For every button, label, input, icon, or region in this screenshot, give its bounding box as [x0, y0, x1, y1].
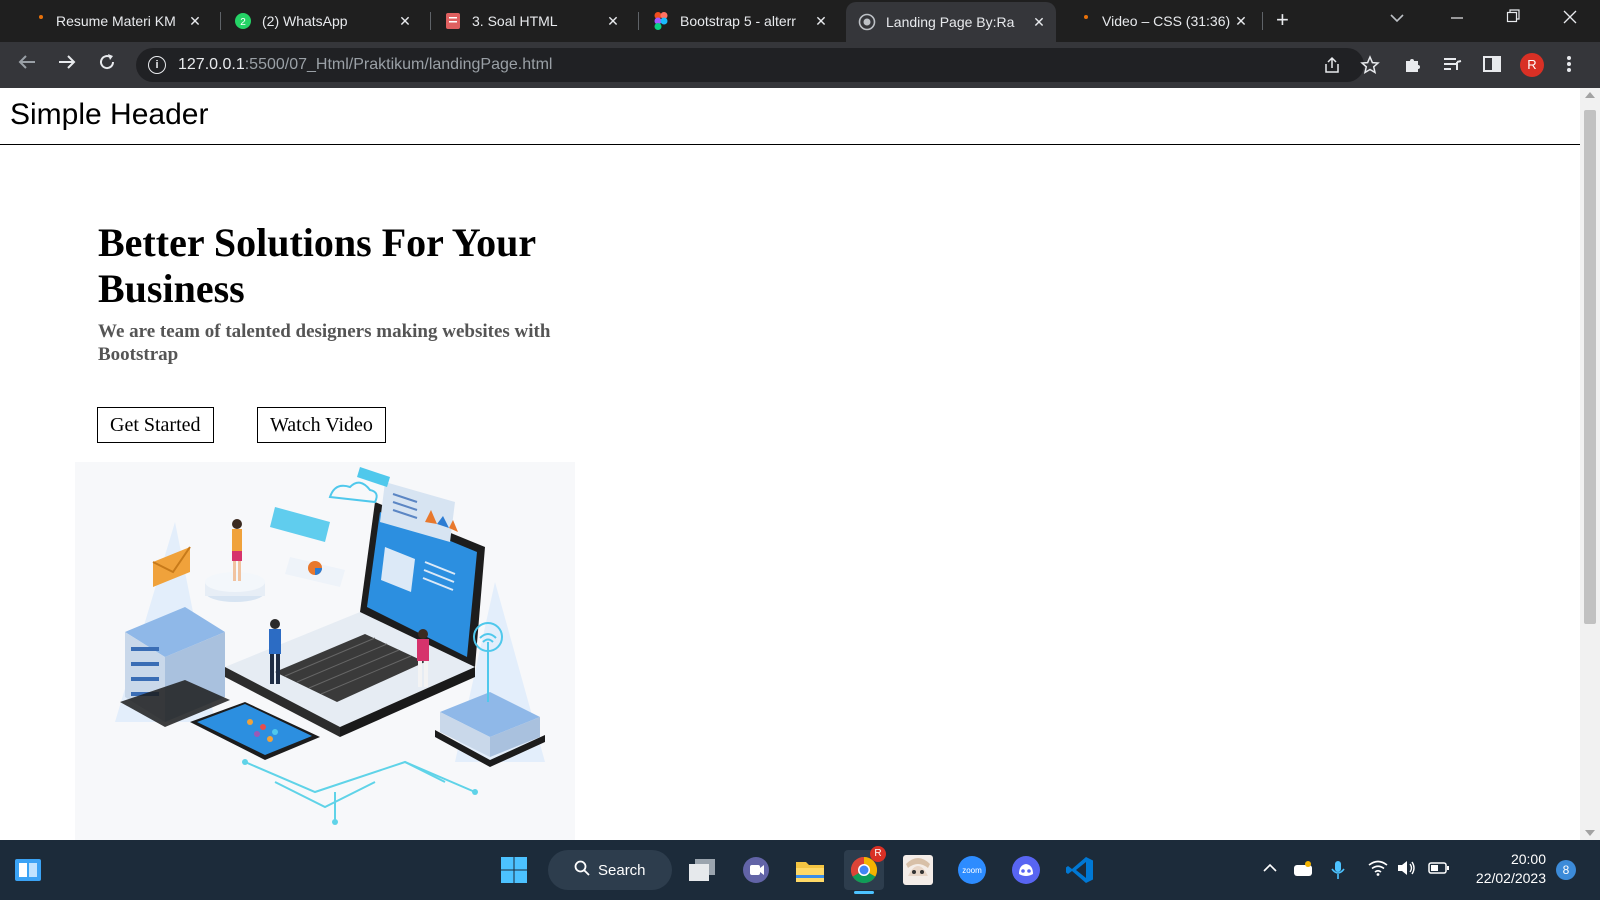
minimize-icon[interactable]	[1450, 6, 1464, 31]
chrome-icon[interactable]: R	[844, 846, 886, 894]
notification-badge[interactable]: 8	[1556, 860, 1576, 880]
scrollbar-thumb[interactable]	[1584, 110, 1596, 624]
site-header: Simple Header	[0, 88, 1580, 145]
tab-title: (2) WhatsApp	[262, 13, 348, 29]
discord-icon[interactable]	[1006, 850, 1046, 890]
search-icon	[574, 860, 590, 880]
close-icon[interactable]: ✕	[186, 13, 204, 30]
whatsapp-icon: 2	[234, 12, 252, 30]
tab-title: Landing Page By:Ra	[886, 14, 1015, 30]
volume-icon[interactable]	[1396, 860, 1416, 881]
file-explorer-icon[interactable]	[790, 850, 830, 890]
browser-toolbar: i 127.0.0.1:5500/07_Html/Praktikum/landi…	[0, 42, 1600, 88]
clock-time: 20:00	[1510, 851, 1546, 867]
start-windows-icon[interactable]	[494, 850, 534, 890]
tab-video-css[interactable]: Video – CSS (31:36) ✕	[1062, 0, 1258, 42]
hero-illustration	[75, 462, 575, 840]
task-view-icon[interactable]	[682, 850, 722, 890]
microphone-icon[interactable]	[1330, 860, 1346, 885]
media-queue-icon[interactable]	[1442, 54, 1462, 79]
forward-icon[interactable]	[54, 52, 80, 78]
tab-resume-materi[interactable]: Resume Materi KM ✕	[16, 0, 212, 42]
side-panel-icon[interactable]	[1482, 54, 1502, 79]
system-clock[interactable]: 20:00 22/02/2023	[1464, 850, 1546, 888]
tab-separator	[430, 12, 431, 30]
tab-separator	[1262, 12, 1263, 30]
tab-separator	[220, 12, 221, 30]
tray-app-icon[interactable]	[1292, 860, 1314, 883]
new-tab-button[interactable]: +	[1276, 8, 1289, 32]
taskbar-search[interactable]: Search	[548, 850, 672, 890]
tab-search-chevron-icon[interactable]	[1390, 10, 1404, 26]
clock-date: 22/02/2023	[1475, 870, 1546, 886]
tab-bootstrap[interactable]: Bootstrap 5 - alterr ✕	[640, 0, 838, 42]
close-icon[interactable]: ✕	[604, 13, 622, 30]
scroll-down-icon[interactable]	[1585, 830, 1595, 836]
svg-text:2: 2	[240, 17, 246, 28]
active-app-indicator	[854, 891, 874, 894]
close-icon[interactable]: ✕	[1232, 13, 1250, 30]
tab-title: Video – CSS (31:36)	[1102, 13, 1231, 29]
web-page: Simple Header Better Solutions For Your …	[0, 88, 1580, 840]
reload-icon[interactable]	[94, 52, 120, 78]
watch-video-button[interactable]: Watch Video	[257, 407, 386, 443]
scroll-up-icon[interactable]	[1585, 92, 1595, 98]
battery-icon[interactable]	[1428, 860, 1450, 881]
address-bar[interactable]: i 127.0.0.1:5500/07_Html/Praktikum/landi…	[136, 48, 1380, 82]
bookmark-star-icon[interactable]	[1360, 55, 1380, 80]
site-info-icon[interactable]: i	[148, 56, 166, 74]
chrome-profile-badge: R	[870, 846, 886, 862]
tab-soal-html[interactable]: 3. Soal HTML ✕	[432, 0, 630, 42]
share-icon[interactable]	[1322, 55, 1342, 80]
get-started-button[interactable]: Get Started	[97, 407, 214, 443]
tab-title: Bootstrap 5 - alterr	[680, 13, 796, 29]
zoom-icon[interactable]: zoom	[952, 850, 992, 890]
hero-subtitle: We are team of talented designers making…	[98, 321, 551, 365]
document-icon	[28, 12, 46, 30]
globe-icon	[858, 13, 876, 31]
header-title: Simple Header	[10, 98, 209, 131]
tab-title: Resume Materi KM	[56, 13, 176, 29]
tray-overflow-chevron-icon[interactable]	[1262, 860, 1278, 881]
profile-avatar[interactable]: R	[1520, 53, 1544, 77]
close-icon[interactable]: ✕	[1030, 14, 1048, 31]
anime-app-icon[interactable]	[898, 850, 938, 890]
url-text[interactable]: 127.0.0.1:5500/07_Html/Praktikum/landing…	[178, 56, 552, 74]
wifi-icon[interactable]	[1368, 860, 1388, 881]
back-icon[interactable]	[14, 52, 40, 78]
tab-title: 3. Soal HTML	[472, 13, 558, 29]
search-label: Search	[598, 861, 646, 879]
tab-separator	[638, 12, 639, 30]
browser-tab-strip: Resume Materi KM ✕ 2 (2) WhatsApp ✕ 3. S…	[0, 0, 1600, 42]
tab-whatsapp[interactable]: 2 (2) WhatsApp ✕	[222, 0, 422, 42]
windows-taskbar: Search R zoom 20:00 22/02/2023 8	[0, 840, 1600, 900]
close-icon[interactable]: ✕	[812, 13, 830, 30]
window-close-icon[interactable]	[1563, 6, 1577, 31]
hero-title: Better Solutions For Your Business	[98, 220, 536, 311]
vscode-icon[interactable]	[1060, 850, 1100, 890]
extensions-icon[interactable]	[1402, 54, 1422, 79]
document-icon	[444, 12, 462, 30]
zoom-label: zoom	[962, 866, 982, 875]
widgets-icon[interactable]	[8, 850, 48, 890]
teams-chat-icon[interactable]	[736, 850, 776, 890]
menu-kebab-icon[interactable]	[1566, 54, 1572, 79]
figma-icon	[652, 12, 670, 30]
restore-icon[interactable]	[1506, 6, 1520, 31]
tab-landing-page[interactable]: Landing Page By:Ra ✕	[846, 2, 1056, 42]
page-scrollbar[interactable]	[1580, 88, 1600, 840]
close-icon[interactable]: ✕	[396, 13, 414, 30]
video-icon	[1074, 12, 1092, 30]
